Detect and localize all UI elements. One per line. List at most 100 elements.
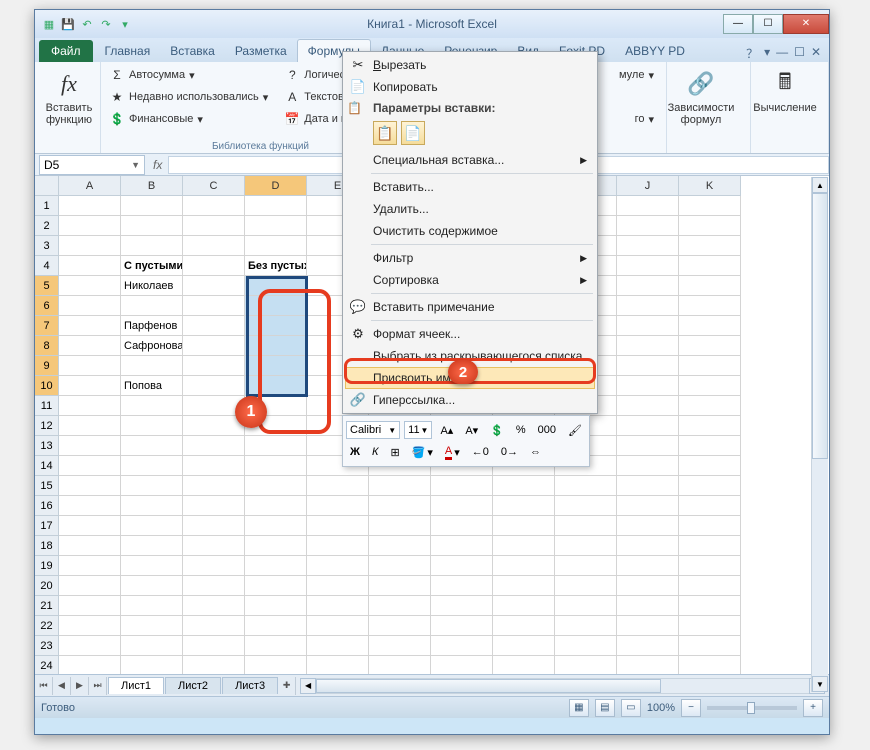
- cell[interactable]: Без пустых: [245, 256, 307, 276]
- cell[interactable]: [59, 216, 121, 236]
- tab-abbyy[interactable]: ABBYY PD: [615, 40, 695, 62]
- scroll-up-button[interactable]: ▲: [812, 177, 828, 193]
- cell[interactable]: [617, 336, 679, 356]
- cell[interactable]: [183, 616, 245, 636]
- cell[interactable]: [183, 456, 245, 476]
- cell[interactable]: [121, 416, 183, 436]
- mini-format-painter[interactable]: 🖌: [564, 420, 586, 440]
- cell[interactable]: [121, 456, 183, 476]
- cell[interactable]: [431, 656, 493, 674]
- cell[interactable]: [183, 216, 245, 236]
- sheet-nav-last[interactable]: ⏭: [89, 677, 107, 695]
- cell[interactable]: [59, 236, 121, 256]
- vertical-scrollbar[interactable]: ▲ ▼: [811, 177, 828, 692]
- tab-home[interactable]: Главная: [95, 40, 161, 62]
- ctx-cut[interactable]: ✂ВВырезатьырезать: [345, 54, 595, 76]
- ctx-copy[interactable]: 📄Копировать: [345, 76, 595, 98]
- cell[interactable]: [555, 656, 617, 674]
- scroll-down-button[interactable]: ▼: [812, 676, 828, 692]
- help-dropdown-icon[interactable]: ▾: [764, 45, 770, 62]
- cell[interactable]: [493, 536, 555, 556]
- cell[interactable]: [617, 416, 679, 436]
- mini-font-combo[interactable]: Calibri ▼: [346, 421, 400, 439]
- cell[interactable]: [183, 576, 245, 596]
- ctx-format-cells[interactable]: ⚙Формат ячеек...: [345, 323, 595, 345]
- doc-close-icon[interactable]: ✕: [811, 45, 821, 62]
- cell[interactable]: [369, 596, 431, 616]
- cell[interactable]: [493, 576, 555, 596]
- cell[interactable]: [617, 316, 679, 336]
- cell[interactable]: [431, 516, 493, 536]
- cell[interactable]: Попова: [121, 376, 183, 396]
- row-header[interactable]: 24: [35, 656, 59, 674]
- cell[interactable]: [431, 636, 493, 656]
- cell[interactable]: [245, 516, 307, 536]
- cell[interactable]: [369, 636, 431, 656]
- cell[interactable]: [679, 616, 741, 636]
- ctx-paste-special[interactable]: Специальная вставка...▶: [345, 149, 595, 171]
- cell[interactable]: [183, 476, 245, 496]
- cell[interactable]: [679, 556, 741, 576]
- cell[interactable]: [183, 256, 245, 276]
- mini-border[interactable]: ⊞: [386, 442, 403, 462]
- cell[interactable]: [679, 256, 741, 276]
- cell[interactable]: [59, 396, 121, 416]
- row-header[interactable]: 14: [35, 456, 59, 476]
- file-tab[interactable]: Файл: [39, 40, 93, 62]
- row-header[interactable]: 9: [35, 356, 59, 376]
- row-header[interactable]: 6: [35, 296, 59, 316]
- cell[interactable]: [183, 316, 245, 336]
- mini-bold[interactable]: Ж: [346, 442, 364, 462]
- cell[interactable]: [183, 196, 245, 216]
- cell[interactable]: [431, 596, 493, 616]
- cell[interactable]: [493, 496, 555, 516]
- cell[interactable]: [59, 416, 121, 436]
- cell[interactable]: [121, 496, 183, 516]
- cell[interactable]: [245, 236, 307, 256]
- cell[interactable]: [183, 376, 245, 396]
- trace-other-fragment[interactable]: го ▾: [631, 108, 658, 130]
- row-header[interactable]: 23: [35, 636, 59, 656]
- fx-label-icon[interactable]: fx: [153, 158, 162, 172]
- ctx-clear[interactable]: Очистить содержимое: [345, 220, 595, 242]
- row-header[interactable]: 4: [35, 256, 59, 276]
- cell[interactable]: [307, 536, 369, 556]
- cell[interactable]: [369, 616, 431, 636]
- cell[interactable]: [679, 496, 741, 516]
- formula-dependencies-button[interactable]: 🔗 Зависимости формул: [671, 64, 731, 134]
- cell[interactable]: [245, 556, 307, 576]
- cell[interactable]: [493, 616, 555, 636]
- cell[interactable]: [431, 556, 493, 576]
- cell[interactable]: [59, 616, 121, 636]
- cell[interactable]: [431, 616, 493, 636]
- cell[interactable]: [679, 196, 741, 216]
- cell[interactable]: [617, 216, 679, 236]
- cell[interactable]: [369, 476, 431, 496]
- cell[interactable]: [307, 576, 369, 596]
- cell[interactable]: [369, 656, 431, 674]
- cell[interactable]: [121, 576, 183, 596]
- cell[interactable]: [121, 356, 183, 376]
- row-header[interactable]: 20: [35, 576, 59, 596]
- recent-functions-button[interactable]: ★Недавно использовались ▾: [105, 86, 272, 108]
- cell[interactable]: [307, 636, 369, 656]
- zoom-level[interactable]: 100%: [647, 702, 675, 714]
- sheet-nav-next[interactable]: ▶: [71, 677, 89, 695]
- tab-layout[interactable]: Разметка: [225, 40, 297, 62]
- col-header[interactable]: K: [679, 176, 741, 196]
- col-header[interactable]: A: [59, 176, 121, 196]
- cell[interactable]: [59, 636, 121, 656]
- cell[interactable]: [245, 436, 307, 456]
- cell[interactable]: [245, 356, 307, 376]
- cell[interactable]: [121, 296, 183, 316]
- cell[interactable]: [431, 476, 493, 496]
- cell[interactable]: [369, 496, 431, 516]
- tab-insert[interactable]: Вставка: [160, 40, 225, 62]
- cell[interactable]: [679, 456, 741, 476]
- cell[interactable]: [245, 276, 307, 296]
- mini-currency[interactable]: 💲: [486, 420, 508, 440]
- cell[interactable]: [307, 476, 369, 496]
- ctx-sort[interactable]: Сортировка▶: [345, 269, 595, 291]
- col-header[interactable]: B: [121, 176, 183, 196]
- cell[interactable]: [679, 476, 741, 496]
